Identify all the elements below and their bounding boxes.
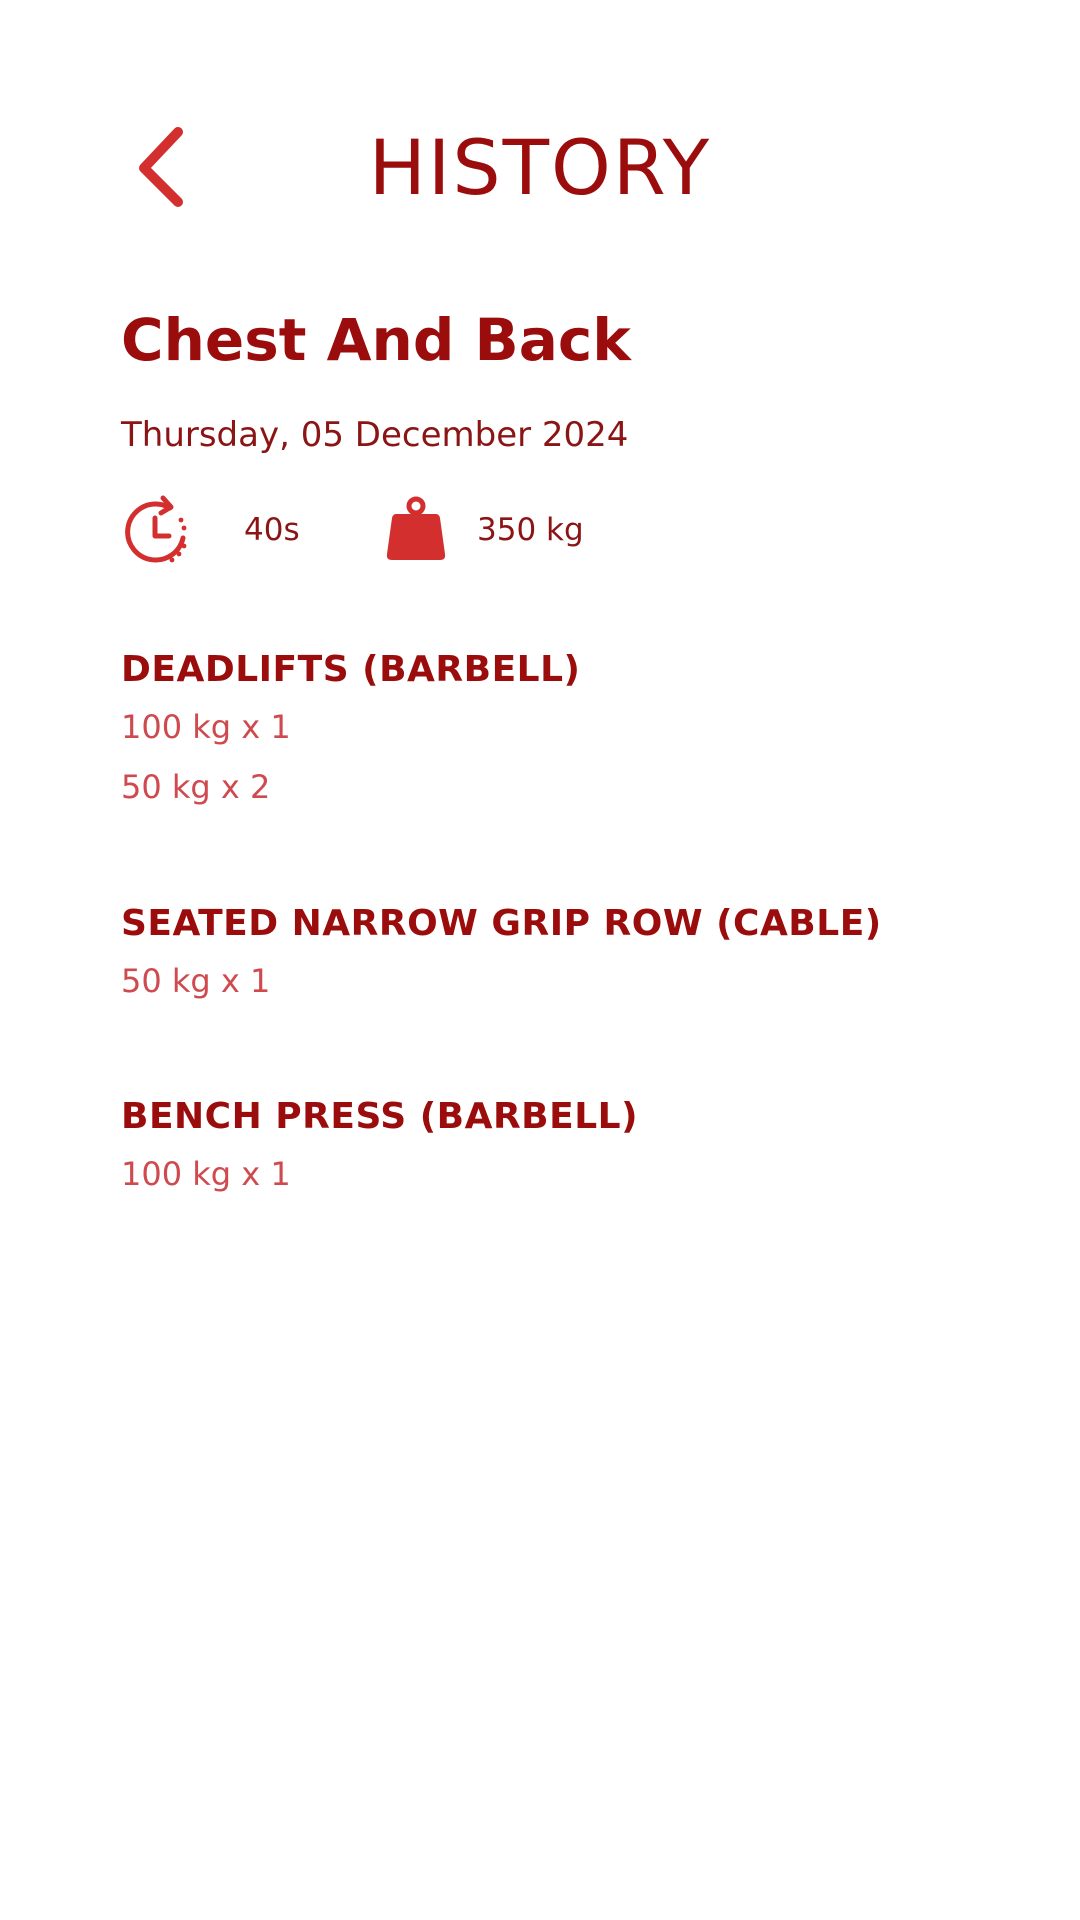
exercise-item: BENCH PRESS (BARBELL) 100 kg x 1 [121, 1092, 1021, 1196]
workout-date: Thursday, 05 December 2024 [121, 415, 629, 455]
workout-name: Chest And Back [121, 306, 631, 374]
total-weight-value: 350 kg [477, 512, 584, 548]
set-entry: 50 kg x 1 [121, 962, 271, 1000]
exercise-name: SEATED NARROW GRIP ROW (CABLE) [121, 903, 882, 944]
set-entry: 100 kg x 1 [121, 708, 291, 746]
timer-icon [125, 495, 187, 563]
set-entry: 50 kg x 2 [121, 768, 271, 806]
kettlebell-weight-icon [386, 496, 446, 560]
exercise-name: BENCH PRESS (BARBELL) [121, 1096, 639, 1137]
duration-value: 40s [244, 512, 300, 548]
page-title: HISTORY [368, 123, 712, 212]
exercise-name: DEADLIFTS (BARBELL) [121, 649, 581, 690]
set-entry: 100 kg x 1 [121, 1155, 291, 1193]
exercise-item: SEATED NARROW GRIP ROW (CABLE) 50 kg x 1 [121, 899, 1021, 1003]
exercise-item: DEADLIFTS (BARBELL) 100 kg x 1 50 kg x 2 [121, 645, 1021, 809]
